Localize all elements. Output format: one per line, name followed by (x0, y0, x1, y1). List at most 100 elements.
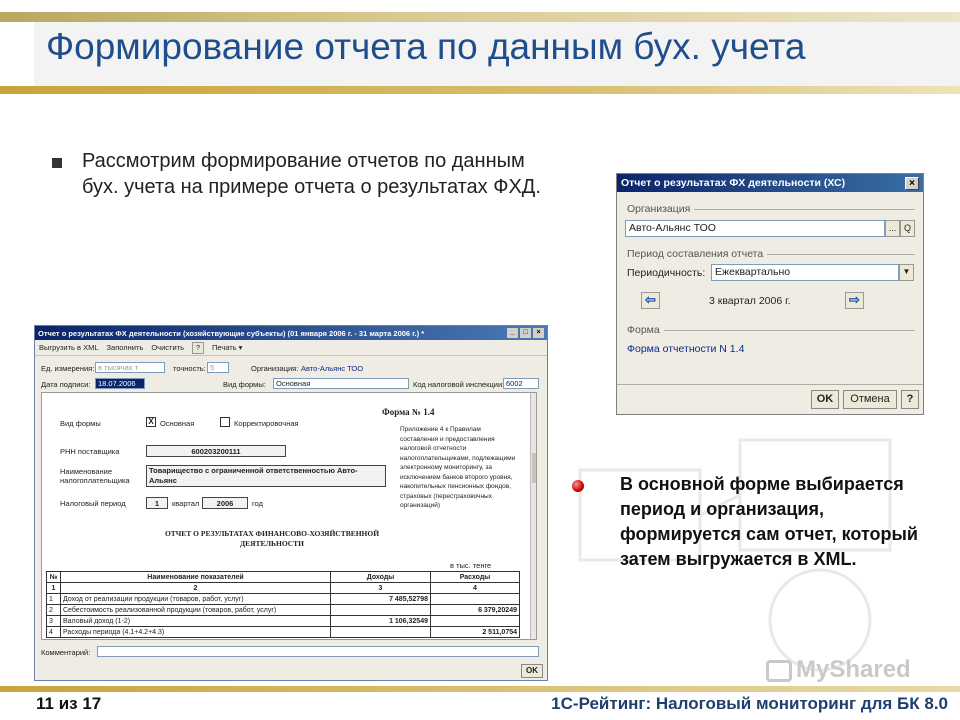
main-form-checkbox[interactable]: X (146, 417, 156, 427)
slide-title: Формирование отчета по данным бух. учета (46, 26, 806, 67)
slide-counter: 11 из 17 (36, 694, 102, 713)
table-cell[interactable]: 2 511,0754 (430, 626, 520, 638)
org-select-button[interactable]: ... (885, 220, 900, 237)
header-cell: 3 (330, 582, 431, 594)
header-top-stripe (0, 12, 960, 22)
period-group-header: Период составления отчета (627, 248, 915, 260)
year-field[interactable]: 2006 (202, 497, 248, 509)
report-window: Отчет о результатах ФХ деятельности (хоз… (34, 325, 548, 681)
period-group-label: Период составления отчета (627, 248, 764, 260)
header-cell: Расходы (430, 571, 520, 583)
report-window-title: Отчет о результатах ФХ деятельности (хоз… (38, 328, 425, 338)
dialog-title: Отчет о результатах ФХ деятельности (ХС) (621, 177, 846, 189)
period-value: 3 квартал 2006 г. (709, 295, 791, 307)
org-label: Организация: (251, 364, 299, 373)
date-label: Дата подписи: (41, 380, 91, 389)
table-row: 3 Валовый доход (1-2) 1 106,32549 (46, 615, 520, 627)
main-form-label: Основная (160, 419, 195, 428)
table-cell[interactable]: 6 379,20249 (430, 604, 520, 616)
period-label: Налоговый период (60, 499, 126, 508)
table-row: 4 Расходы периода (4.1+4.2+4.3) 2 511,07… (46, 626, 520, 638)
bullet-square (52, 158, 62, 168)
date-field[interactable]: 18.07.2006 (95, 378, 145, 389)
table-cell[interactable] (330, 626, 431, 638)
clear-button[interactable]: Очистить (151, 343, 184, 352)
table-cell: 4 (46, 626, 61, 638)
report-window-titlebar: Отчет о результатах ФХ деятельности (хоз… (35, 326, 547, 340)
vertical-scrollbar[interactable] (530, 393, 536, 639)
fill-button[interactable]: Заполнить (107, 343, 144, 352)
rnn-label: РНН поставщика (60, 447, 120, 456)
taxpayer-field[interactable]: Товарищество с ограниченной ответственно… (146, 465, 386, 487)
periodicity-label: Периодичность: (627, 267, 706, 279)
form-group-label: Форма (627, 324, 660, 336)
rnn-field[interactable]: 600203200111 (146, 445, 286, 457)
year-label: год (252, 499, 263, 508)
form-group-header: Форма (627, 324, 915, 336)
watermark-text: MyShared (796, 656, 911, 683)
table-cell[interactable]: 7 485,52798 (330, 593, 431, 605)
prev-period-button[interactable]: ⇦ (641, 292, 660, 309)
export-xml-button[interactable]: Выгрузить в XML (39, 343, 99, 352)
print-button[interactable]: Печать ▾ (212, 343, 242, 352)
precision-field[interactable]: 5 (207, 362, 229, 373)
periodicity-select[interactable]: Ежеквартально (711, 264, 899, 281)
cancel-button[interactable]: Отмена (843, 390, 897, 409)
report-heading: ОТЧЕТ О РЕЗУЛЬТАТАХ ФИНАНСОВО-ХОЗЯЙСТВЕН… (164, 529, 380, 548)
table-row: 2 Себестоимость реализованной продукции … (46, 604, 520, 616)
bullet-text-summary: В основной форме выбирается период и орг… (620, 474, 918, 569)
organization-field[interactable]: Авто-Альянс ТОО (625, 220, 885, 237)
help-button[interactable]: ? (901, 390, 919, 409)
header-cell: 4 (430, 582, 520, 594)
table-cell: 1 (46, 593, 61, 605)
bullet-dot (572, 480, 584, 492)
org-link[interactable]: Авто-Альянс ТОО (301, 364, 363, 373)
header-cell: 1 (46, 582, 61, 594)
scrollbar-thumb[interactable] (532, 453, 536, 483)
quarter-field[interactable]: 1 (146, 497, 168, 509)
search-icon[interactable]: Q (900, 220, 915, 237)
help-button[interactable]: ? (192, 341, 204, 354)
table-header-row: № Наименование показателей Доходы Расход… (46, 571, 520, 583)
minimize-button[interactable]: _ (507, 328, 518, 338)
corrective-form-checkbox[interactable] (220, 417, 230, 427)
precision-label: точность: (173, 364, 206, 373)
units-note: в тыс. тенге (450, 561, 492, 570)
tax-code-field[interactable]: 6002 (503, 378, 539, 389)
table-cell[interactable] (330, 604, 431, 616)
comment-field[interactable] (97, 646, 539, 657)
dialog-titlebar: Отчет о результатах ФХ деятельности (ХС)… (617, 174, 923, 192)
table-cell[interactable] (430, 615, 520, 627)
header-cell: Наименование показателей (60, 571, 331, 583)
table-cell[interactable]: 1 106,32549 (330, 615, 431, 627)
report-ok-button[interactable]: OK (521, 664, 543, 678)
form-type-select[interactable]: Основная (273, 378, 409, 389)
table-cell: 3 (46, 615, 61, 627)
table-row: 1 Доход от реализации продукции (товаров… (46, 593, 520, 605)
report-toolbar: Выгрузить в XML Заполнить Очистить ? Печ… (35, 340, 547, 356)
table-number-row: 1 2 3 4 (46, 582, 520, 594)
unit-select[interactable]: в тысячах т (95, 362, 165, 373)
report-table: № Наименование показателей Доходы Расход… (46, 571, 520, 638)
next-period-button[interactable]: ⇨ (845, 292, 864, 309)
dialog-close-button[interactable]: × (905, 176, 919, 190)
table-cell: Себестоимость реализованной продукции (т… (60, 604, 331, 616)
table-cell: Расходы периода (4.1+4.2+4.3) (60, 626, 331, 638)
maximize-button[interactable]: □ (520, 328, 531, 338)
table-cell: Доход от реализации продукции (товаров, … (60, 593, 331, 605)
taxpayer-label: Наименование налогоплательщика (60, 467, 130, 485)
form-link[interactable]: Форма отчетности N 1.4 (627, 343, 744, 355)
form-kind-label: Вид формы (60, 419, 101, 428)
chevron-down-icon[interactable]: ▼ (899, 264, 914, 281)
tax-code-label: Код налоговой инспекции: (413, 380, 505, 389)
footer-stripe (0, 686, 960, 692)
ok-button[interactable]: OK (811, 390, 839, 409)
header-cell: 2 (60, 582, 331, 594)
corrective-form-label: Корректировочная (234, 419, 299, 428)
close-button[interactable]: × (533, 328, 544, 338)
appendix-note: Приложение 4 к Правилам составления и пр… (400, 426, 516, 509)
header-cell: № (46, 571, 61, 583)
org-group-label: Организация (627, 203, 691, 215)
table-cell[interactable] (430, 593, 520, 605)
report-form-sheet: Вид формы X Основная Корректировочная Фо… (41, 392, 537, 640)
